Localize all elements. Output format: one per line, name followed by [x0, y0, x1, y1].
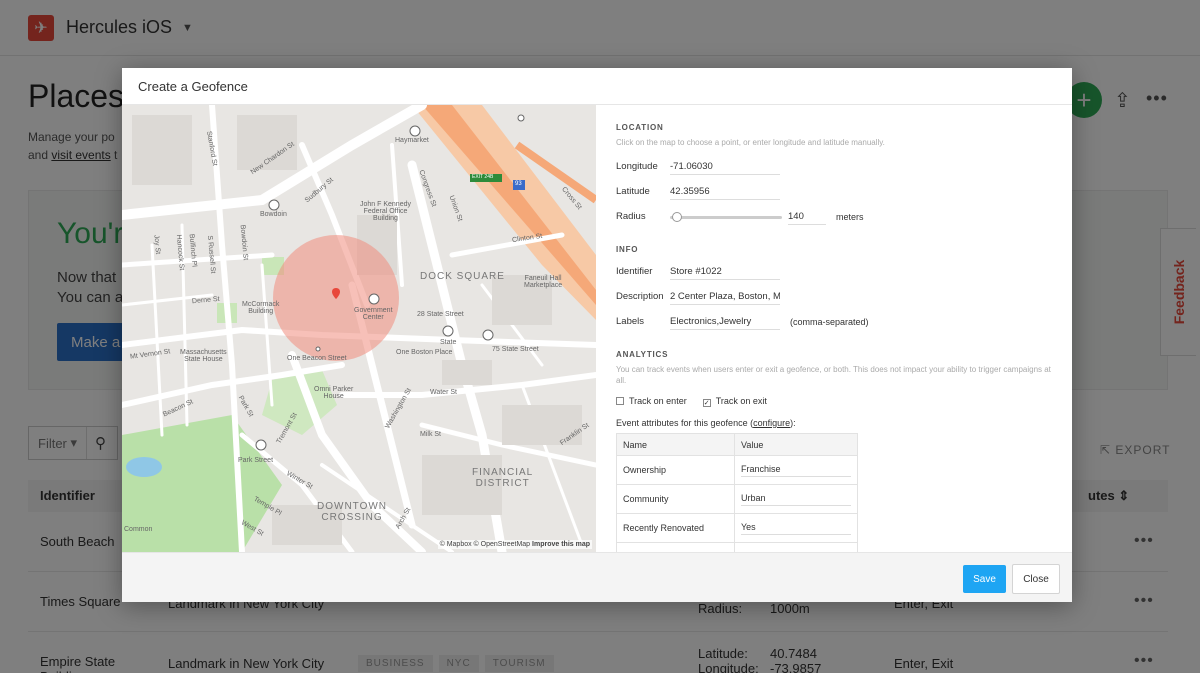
longitude-input[interactable]: -71.06030	[670, 159, 780, 175]
map-label: John F Kennedy Federal Office Building	[360, 201, 411, 222]
attribute-name: Ownership	[616, 455, 735, 485]
attributes-title: Event attributes for this geofence (conf…	[616, 418, 1052, 428]
attributes-header: Name Value	[616, 433, 858, 456]
attribute-value-input[interactable]: Urban	[741, 493, 851, 506]
column-name: Name	[616, 433, 735, 456]
close-button[interactable]: Close	[1012, 564, 1060, 594]
map-label: Haymarket	[395, 137, 429, 144]
map-label: Faneuil Hall Marketplace	[524, 275, 563, 289]
map-label: Massachusetts State House	[180, 349, 227, 363]
slider-track[interactable]	[670, 215, 782, 219]
attribute-value-cell: Franchise	[734, 455, 858, 485]
identifier-label: Identifier	[616, 266, 653, 277]
track-enter-label: Track on enter	[629, 396, 687, 406]
attribute-value-input[interactable]: Yes	[741, 522, 851, 535]
attributes-prefix: Event attributes for this geofence (	[616, 418, 754, 428]
geofence-form: LOCATION Click on the map to choose a po…	[596, 105, 1072, 552]
attribute-row: Community Urban	[616, 484, 858, 514]
map-label: State	[440, 339, 457, 346]
map-label: Bowdoin	[260, 211, 287, 218]
map-label: Park Street	[238, 457, 274, 464]
map-attribution: © Mapbox © OpenStreetMap Improve this ma…	[437, 540, 592, 549]
latitude-row: Latitude 42.35956	[616, 179, 1052, 204]
attribute-name: Community	[616, 484, 735, 514]
attributes-table: Name Value Ownership Franchise Community…	[616, 433, 858, 552]
create-geofence-modal: Create a Geofence Haymarket New Chardon …	[122, 68, 1072, 602]
checkbox-icon[interactable]: ✓	[702, 398, 711, 407]
map-label: 93	[515, 181, 522, 187]
map-label: Water St	[430, 389, 457, 396]
radius-unit: meters	[836, 211, 864, 222]
description-label: Description	[616, 291, 664, 302]
attribute-value-input[interactable]: Franchise	[741, 464, 851, 477]
latitude-label: Latitude	[616, 186, 650, 197]
map-label: McCormack Building	[242, 301, 280, 315]
tracking-options: Track on enter ✓ Track on exit	[616, 392, 1052, 410]
slider-thumb[interactable]	[672, 211, 683, 222]
map-label: 75 State Street	[492, 346, 539, 353]
longitude-label: Longitude	[616, 161, 658, 172]
track-exit-checkbox[interactable]: ✓ Track on exit	[702, 395, 767, 407]
attributes-suffix: ):	[790, 418, 796, 428]
map-label: One Boston Place	[396, 349, 453, 356]
location-section-title: LOCATION	[616, 123, 664, 132]
info-section-title: INFO	[616, 245, 639, 254]
analytics-hint: You can track events when users enter or…	[616, 365, 1051, 385]
improve-map-link[interactable]: Improve this map	[532, 541, 590, 548]
radius-row: Radius 140 meters	[616, 204, 1052, 229]
track-exit-label: Track on exit	[715, 395, 767, 406]
map-label: 28 State Street	[417, 311, 464, 318]
modal-title: Create a Geofence	[122, 68, 1072, 105]
save-button[interactable]: Save	[963, 565, 1006, 593]
attribute-value-cell: Yes	[734, 513, 858, 543]
labels-row: Labels Electronics,Jewelry (comma-separa…	[616, 309, 1052, 334]
attribute-name: Recently Renovated	[616, 513, 735, 543]
latitude-input[interactable]: 42.35956	[670, 184, 780, 200]
map-area-label: DOWNTOWN CROSSING	[317, 501, 388, 523]
attribute-name-empty[interactable]	[616, 542, 735, 552]
track-enter-checkbox[interactable]: Track on enter	[616, 396, 687, 406]
column-value: Value	[734, 433, 858, 456]
radius-label: Radius	[616, 211, 646, 222]
map-label: Milk St	[420, 431, 441, 438]
attribute-row: Recently Renovated Yes	[616, 513, 858, 543]
labels-note: (comma-separated)	[790, 316, 869, 327]
map-label: Common	[124, 526, 153, 533]
identifier-row: Identifier Store #1022	[616, 259, 1052, 284]
map-label: Government Center	[354, 307, 393, 321]
location-hint: Click on the map to choose a point, or e…	[616, 138, 885, 147]
attribute-value-cell: Urban	[734, 484, 858, 514]
radius-slider[interactable]	[670, 211, 782, 222]
description-row: Description 2 Center Plaza, Boston, M	[616, 284, 1052, 309]
labels-input[interactable]: Electronics,Jewelry	[670, 314, 780, 330]
map-label: One Beacon Street	[287, 355, 347, 362]
analytics-section-title: ANALYTICS	[616, 350, 669, 359]
radius-input[interactable]: 140	[788, 209, 826, 225]
attribution-text: © Mapbox © OpenStreetMap	[439, 541, 533, 548]
labels-label: Labels	[616, 316, 644, 327]
modal-footer: Save Close	[122, 552, 1072, 602]
map-area-label: DOCK SQUARE	[420, 271, 505, 282]
identifier-input[interactable]: Store #1022	[670, 264, 780, 280]
checkbox-icon[interactable]	[616, 397, 624, 405]
geofence-map[interactable]: Haymarket New Chardon St Sudbury St John…	[122, 105, 596, 552]
map-label: EXIT 24B	[472, 174, 494, 180]
attribute-row	[616, 542, 858, 552]
configure-link[interactable]: configure	[753, 418, 790, 428]
attribute-row: Ownership Franchise	[616, 455, 858, 485]
longitude-row: Longitude -71.06030	[616, 154, 1052, 179]
attribute-value-empty[interactable]	[734, 542, 858, 552]
description-input[interactable]: 2 Center Plaza, Boston, M	[670, 289, 780, 305]
map-area-label: FINANCIAL DISTRICT	[472, 467, 534, 489]
map-label: Omni Parker House	[314, 386, 354, 400]
